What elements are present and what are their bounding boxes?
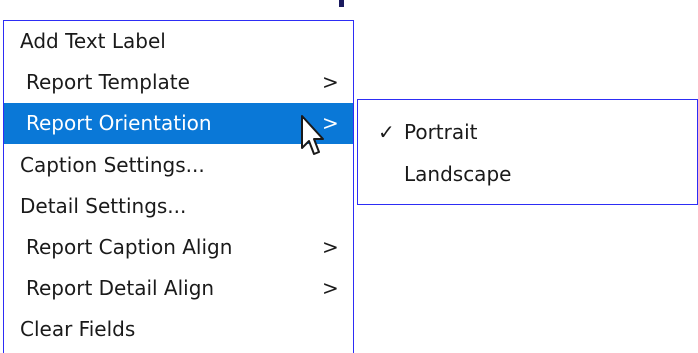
menu-item-label: Clear Fields — [20, 317, 136, 341]
orientation-submenu: ✓ Portrait Landscape — [357, 99, 698, 205]
submenu-arrow-icon: > — [322, 276, 339, 300]
divider-mark — [339, 0, 344, 7]
menu-item-report-template[interactable]: Report Template > — [4, 62, 353, 103]
submenu-item-portrait[interactable]: ✓ Portrait — [358, 112, 697, 152]
submenu-item-label: Portrait — [404, 120, 478, 144]
screen: Add Text Label Report Template > Report … — [0, 0, 698, 353]
menu-item-label: Add Text Label — [20, 29, 166, 53]
checkmark-icon: ✓ — [378, 120, 395, 144]
menu-item-report-caption-align[interactable]: Report Caption Align > — [4, 227, 353, 268]
submenu-item-landscape[interactable]: Landscape — [358, 154, 697, 194]
menu-item-label: Caption Settings... — [20, 153, 205, 177]
menu-item-clear-fields[interactable]: Clear Fields — [4, 309, 353, 350]
menu-item-label: Report Template — [26, 70, 190, 94]
menu-item-label: Report Caption Align — [26, 235, 233, 259]
menu-item-label: Report Orientation — [26, 111, 212, 135]
mouse-pointer-icon — [301, 115, 324, 155]
submenu-item-label: Landscape — [404, 162, 512, 186]
menu-item-detail-settings[interactable]: Detail Settings... — [4, 186, 353, 227]
menu-item-report-detail-align[interactable]: Report Detail Align > — [4, 268, 353, 309]
context-menu: Add Text Label Report Template > Report … — [3, 20, 354, 353]
submenu-arrow-icon: > — [322, 235, 339, 259]
menu-item-label: Detail Settings... — [20, 194, 187, 218]
submenu-arrow-icon: > — [322, 70, 339, 94]
menu-item-add-text-label[interactable]: Add Text Label — [4, 21, 353, 62]
menu-item-label: Report Detail Align — [26, 276, 215, 300]
